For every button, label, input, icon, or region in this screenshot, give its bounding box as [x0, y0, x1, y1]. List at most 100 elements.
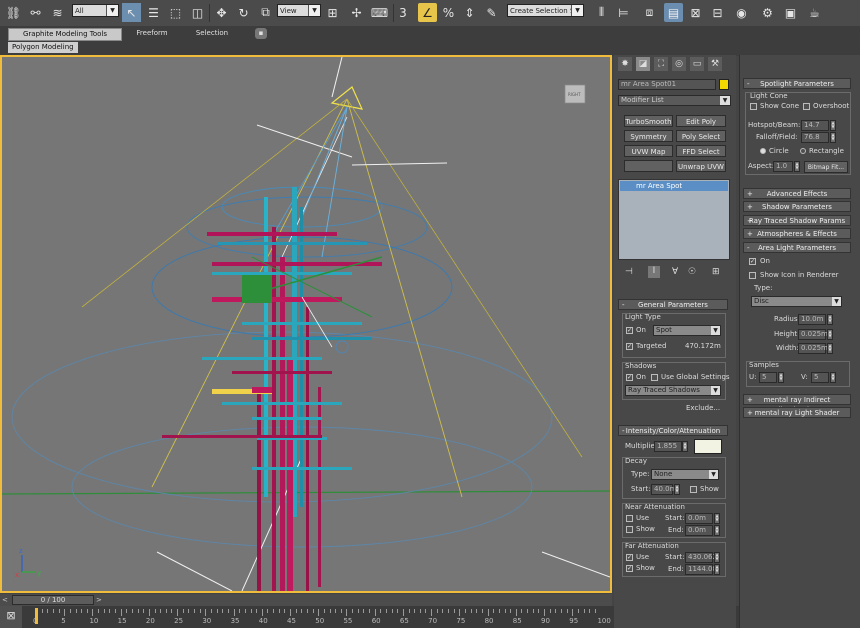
- tab-selection[interactable]: Selection: [184, 28, 240, 39]
- area-light-parameters-rollout[interactable]: - Area Light Parameters: [743, 242, 851, 253]
- falloff-spinner[interactable]: ▲ ▼: [830, 132, 836, 143]
- ray-traced-shadow-params-rollout[interactable]: + Ray Traced Shadow Params: [743, 215, 851, 226]
- far-end-field[interactable]: 1144.08: [685, 564, 717, 575]
- circle-radio[interactable]: [760, 148, 766, 154]
- far-show-checkbox[interactable]: ✓: [626, 565, 633, 572]
- configure-sets-icon[interactable]: ⊞: [712, 267, 720, 277]
- samples-u-spinner[interactable]: ▲ ▼: [778, 372, 784, 383]
- modifier-stack[interactable]: mr Area Spot: [618, 179, 730, 260]
- modify-tab-icon[interactable]: ◪: [636, 57, 650, 71]
- edit-named-selection-icon[interactable]: ✎: [482, 3, 501, 22]
- remove-modifier-icon[interactable]: ☉: [688, 267, 696, 277]
- render-setup-icon[interactable]: ⚙: [758, 3, 777, 22]
- mental-ray-indirect-illumination-rollout[interactable]: +mental ray Indirect Illumination: [743, 394, 851, 414]
- width-field[interactable]: 0.025m: [798, 343, 828, 354]
- material-editor-icon[interactable]: ◉: [732, 3, 751, 22]
- mental-ray-light-shader-rollout[interactable]: + mental ray Light Shader: [743, 407, 851, 418]
- show-end-result-icon[interactable]: Ⅰ: [648, 266, 660, 278]
- ribbon-options-icon[interactable]: ▪: [255, 28, 267, 39]
- height-field[interactable]: 0.025m: [798, 329, 828, 340]
- shadows-on-checkbox[interactable]: ✓: [626, 374, 633, 381]
- overshoot-checkbox[interactable]: [803, 103, 810, 110]
- uvw-map-button[interactable]: UVW Map: [624, 145, 673, 157]
- snap-toggle-icon[interactable]: 3: [396, 3, 410, 22]
- area-light-on-checkbox[interactable]: ✓: [749, 258, 756, 265]
- light-color-swatch[interactable]: [694, 439, 722, 454]
- pin-stack-icon[interactable]: ⊣: [625, 267, 633, 277]
- motion-tab-icon[interactable]: ◎: [672, 57, 686, 71]
- atmospheres-effects-rollout[interactable]: + Atmospheres & Effects: [743, 228, 851, 239]
- samples-v-spinner[interactable]: ▲ ▼: [830, 372, 836, 383]
- decay-start-field[interactable]: 40.0m: [651, 484, 676, 495]
- selection-filter-dropdown[interactable]: All ▼: [72, 4, 119, 17]
- falloff-field[interactable]: 76.8: [801, 132, 829, 143]
- spotlight-parameters-rollout[interactable]: - Spotlight Parameters: [743, 78, 851, 89]
- far-use-checkbox[interactable]: ✓: [626, 554, 633, 561]
- next-frame-icon[interactable]: >: [96, 596, 104, 604]
- rectangle-radio[interactable]: [800, 148, 806, 154]
- time-slider[interactable]: < 0 / 100 >: [0, 594, 612, 606]
- mini-curve-editor-icon[interactable]: ⊠: [0, 606, 22, 628]
- tab-freeform[interactable]: Freeform: [123, 28, 181, 39]
- layer-manager-icon[interactable]: ⧈: [640, 3, 659, 22]
- ffd-select-button[interactable]: FFD Select: [676, 145, 726, 157]
- decay-type-dropdown[interactable]: None ▼: [651, 469, 719, 480]
- poly-select-button[interactable]: Poly Select: [676, 130, 726, 142]
- turbosmooth-button[interactable]: TurboSmooth: [624, 115, 673, 127]
- far-end-spinner[interactable]: ▲ ▼: [714, 564, 720, 575]
- tab-polygon-modeling[interactable]: Polygon Modeling: [8, 42, 78, 53]
- samples-v-field[interactable]: 5: [811, 372, 829, 383]
- scale-icon[interactable]: ⧉: [256, 3, 275, 22]
- pivot-center-icon[interactable]: ⊞: [323, 3, 342, 22]
- shadow-parameters-rollout[interactable]: + Shadow Parameters: [743, 201, 851, 212]
- symmetry-button[interactable]: Symmetry: [624, 130, 673, 142]
- rendered-frame-window-icon[interactable]: ▣: [781, 3, 800, 22]
- width-spinner[interactable]: ▲ ▼: [827, 343, 833, 354]
- keyboard-shortcut-icon[interactable]: ⌨: [370, 3, 389, 22]
- render-production-icon[interactable]: ☕: [805, 3, 824, 22]
- mirror-icon[interactable]: ⫴: [592, 3, 611, 22]
- graphite-toggle-icon[interactable]: ▤: [664, 3, 683, 22]
- named-selection-set-dropdown[interactable]: Create Selection Se ▼: [507, 4, 584, 17]
- utilities-tab-icon[interactable]: ⚒: [708, 57, 722, 71]
- reference-coordinate-dropdown[interactable]: View ▼: [277, 4, 321, 17]
- near-start-field[interactable]: 0.0m: [685, 513, 713, 524]
- percent-snap-icon[interactable]: %: [439, 3, 458, 22]
- height-spinner[interactable]: ▲ ▼: [827, 329, 833, 340]
- move-icon[interactable]: ✥: [212, 3, 231, 22]
- exclude-button[interactable]: Exclude...: [686, 404, 720, 412]
- near-use-checkbox[interactable]: [626, 515, 633, 522]
- prev-frame-icon[interactable]: <: [2, 596, 10, 604]
- shadow-type-dropdown[interactable]: Ray Traced Shadows ▼: [625, 385, 721, 396]
- empty-modifier-button[interactable]: [624, 160, 673, 172]
- light-on-checkbox[interactable]: ✓: [626, 327, 633, 334]
- bind-space-warp-icon[interactable]: ≋: [48, 3, 67, 22]
- use-global-settings-checkbox[interactable]: [651, 374, 658, 381]
- select-link-icon[interactable]: ⛓: [4, 3, 23, 22]
- select-object-icon[interactable]: ↖: [122, 3, 141, 22]
- schematic-view-icon[interactable]: ⊟: [708, 3, 727, 22]
- decay-start-spinner[interactable]: ▲ ▼: [674, 484, 680, 495]
- hotspot-field[interactable]: 14.7: [801, 120, 829, 131]
- near-end-spinner[interactable]: ▲ ▼: [714, 525, 720, 536]
- select-by-name-icon[interactable]: ☰: [144, 3, 163, 22]
- rectangular-selection-icon[interactable]: ⬚: [166, 3, 185, 22]
- hierarchy-tab-icon[interactable]: ⛶: [654, 57, 668, 71]
- advanced-effects-rollout[interactable]: + Advanced Effects: [743, 188, 851, 199]
- display-tab-icon[interactable]: ▭: [690, 57, 704, 71]
- tab-graphite-modeling-tools[interactable]: Graphite Modeling Tools: [8, 28, 122, 41]
- general-parameters-rollout[interactable]: - General Parameters: [618, 299, 728, 310]
- modifier-list-dropdown[interactable]: Modifier List ▼: [618, 95, 731, 106]
- object-color-swatch[interactable]: [719, 79, 729, 90]
- rotate-icon[interactable]: ↻: [234, 3, 253, 22]
- far-start-field[interactable]: 430.062: [685, 552, 717, 563]
- create-tab-icon[interactable]: ✸: [618, 57, 632, 71]
- curve-editor-icon[interactable]: ⊠: [686, 3, 705, 22]
- angle-snap-icon[interactable]: ∠: [418, 3, 437, 22]
- radius-spinner[interactable]: ▲ ▼: [827, 314, 833, 325]
- spinner-snap-icon[interactable]: ⇕: [460, 3, 479, 22]
- far-start-spinner[interactable]: ▲ ▼: [714, 552, 720, 563]
- near-show-checkbox[interactable]: [626, 526, 633, 533]
- select-manipulate-icon[interactable]: ✢: [347, 3, 366, 22]
- aspect-spinner[interactable]: ▲ ▼: [794, 161, 800, 172]
